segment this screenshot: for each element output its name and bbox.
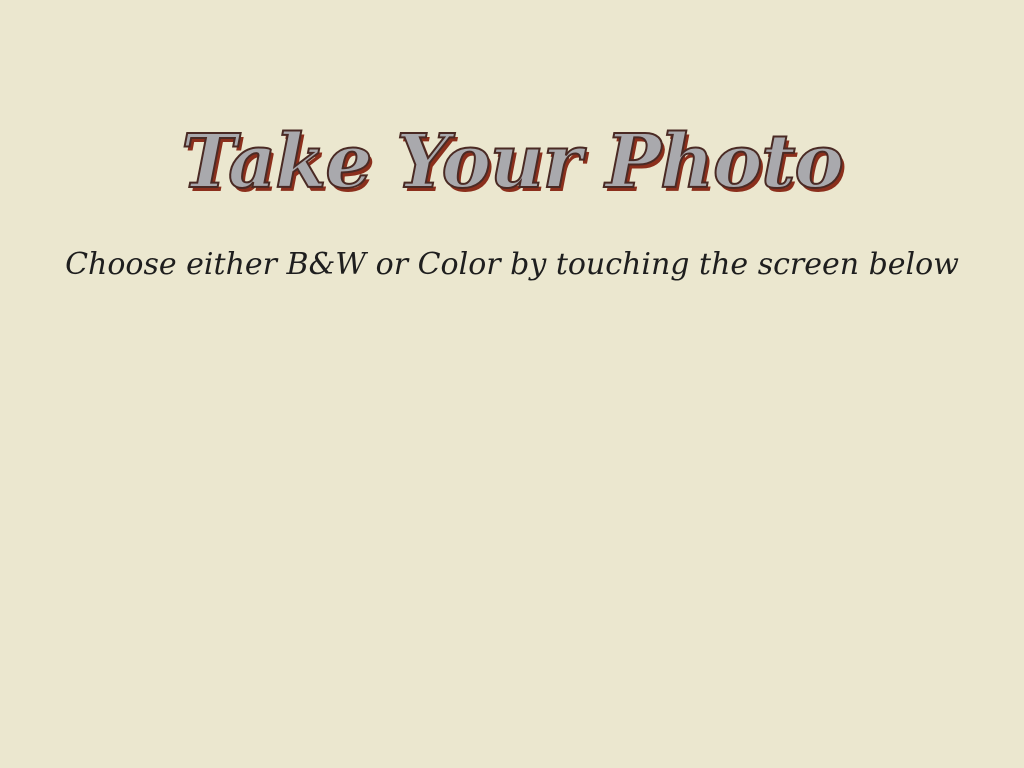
page-title: Take Your Photo xyxy=(180,118,845,206)
instruction-text: Choose either B&W or Color by touching t… xyxy=(65,247,959,282)
photo-booth-screen: Take Your Photo Choose either B&W or Col… xyxy=(0,0,1024,768)
touch-selection-area[interactable] xyxy=(0,310,1024,768)
